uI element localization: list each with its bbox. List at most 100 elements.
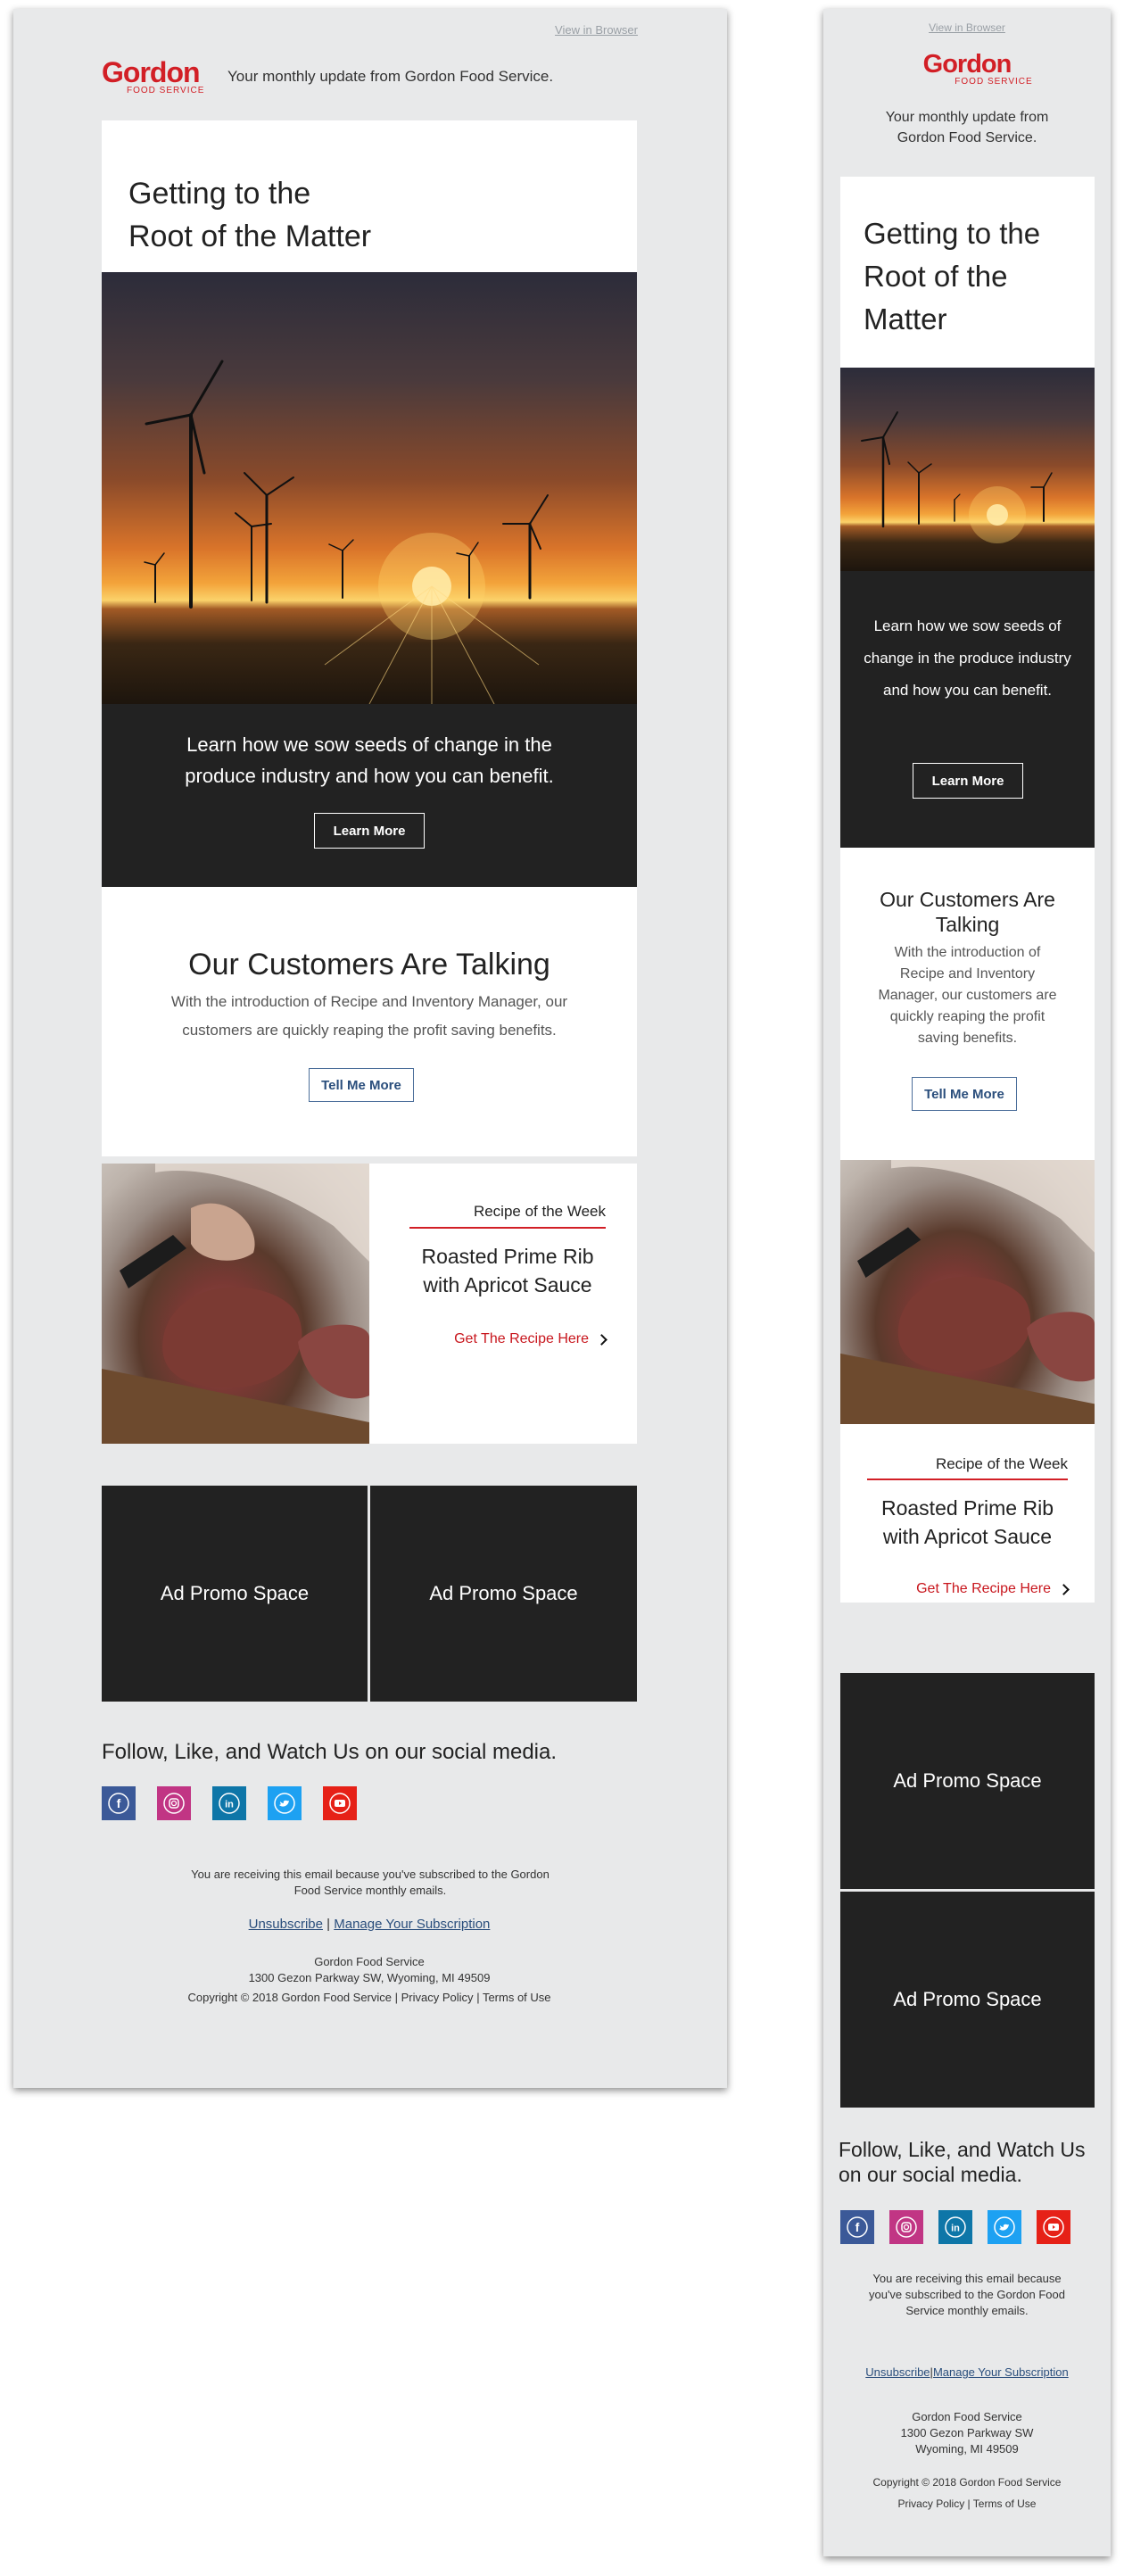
youtube-icon[interactable] <box>323 1786 357 1820</box>
subscription-notice-mobile: You are receiving this email because you… <box>868 2272 1065 2317</box>
recipe-title-mobile-line-1: Roasted Prime Rib <box>880 1496 1054 1520</box>
copyright-block-mobile: Copyright © 2018 Gordon Food Service Pri… <box>823 2472 1111 2514</box>
social-icons-row-mobile: f in <box>840 2210 1070 2244</box>
customers-section: Our Customers Are Talking With the intro… <box>102 887 637 1156</box>
desktop-email-preview: View in Browser Gordon FOOD SERVICE Your… <box>13 9 727 2088</box>
company-name-mobile: Gordon Food Service <box>912 2410 1022 2423</box>
linkedin-icon[interactable]: in <box>212 1786 246 1820</box>
social-heading-mobile: Follow, Like, and Watch Us on our social… <box>839 2138 1086 2186</box>
view-in-browser-link[interactable]: View in Browser <box>555 23 638 37</box>
recipe-title-mobile-line-2: with Apricot Sauce <box>882 1525 1053 1548</box>
prime-rib-image-mobile <box>840 1160 1095 1424</box>
ad-promo-space-bottom-mobile[interactable]: Ad Promo Space <box>840 1892 1095 2108</box>
recipe-divider <box>409 1227 606 1229</box>
company-name: Gordon Food Service <box>314 1955 425 1968</box>
unsubscribe-link[interactable]: Unsubscribe <box>249 1917 323 1932</box>
ad-promo-space-right[interactable]: Ad Promo Space <box>370 1486 637 1702</box>
view-in-browser-link-mobile[interactable]: View in Browser <box>823 21 1111 34</box>
prime-rib-illustration-mobile <box>840 1160 1095 1424</box>
wind-turbine-illustration <box>144 360 549 704</box>
hero-image-wind-turbines-mobile <box>840 368 1095 571</box>
learn-more-button-mobile[interactable]: Learn More <box>913 763 1023 799</box>
copyright-row: Copyright © 2018 Gordon Food Service | P… <box>187 1991 551 2004</box>
instagram-icon-mobile[interactable] <box>889 2210 923 2244</box>
linkedin-icon-mobile[interactable]: in <box>938 2210 972 2244</box>
address-street-mobile: 1300 Gezon Parkway SW <box>900 2426 1034 2439</box>
get-recipe-link-label-mobile: Get The Recipe Here <box>916 1581 1051 1596</box>
svg-text:f: f <box>117 1796 121 1810</box>
privacy-policy-link[interactable]: Privacy Policy <box>401 1991 474 2004</box>
learn-more-button[interactable]: Learn More <box>314 813 425 849</box>
mobile-email-preview: View in Browser Gordon FOOD SERVICE Your… <box>823 9 1111 2556</box>
company-address: Gordon Food Service 1300 Gezon Parkway S… <box>102 1954 637 1986</box>
facebook-icon[interactable]: f <box>102 1786 136 1820</box>
hero-dark-panel: Learn how we sow seeds of change in the … <box>102 704 637 887</box>
twitter-icon-mobile[interactable] <box>988 2210 1021 2244</box>
prime-rib-illustration <box>102 1164 369 1444</box>
subscription-notice: You are receiving this email because you… <box>191 1868 550 1897</box>
manage-subscription-link-mobile[interactable]: Manage Your Subscription <box>933 2365 1069 2379</box>
tell-me-more-button-mobile[interactable]: Tell Me More <box>912 1077 1017 1111</box>
header-tagline-mobile: Your monthly update from Gordon Food Ser… <box>885 110 1049 145</box>
company-address-mobile: Gordon Food Service 1300 Gezon Parkway S… <box>823 2409 1111 2457</box>
recipe-title-line-2: with Apricot Sauce <box>423 1273 592 1296</box>
customers-title-mobile: Our Customers Are Talking <box>880 888 1055 936</box>
manage-subscription-link[interactable]: Manage Your Subscription <box>334 1917 490 1932</box>
privacy-policy-link-mobile[interactable]: Privacy Policy <box>898 2497 965 2510</box>
subscription-links-mobile: Unsubscribe|Manage Your Subscription <box>823 2365 1111 2381</box>
recipe-section-mobile: Recipe of the Week Roasted Prime Rib wit… <box>840 1424 1095 1603</box>
hero-title: Getting to the Root of the Matter <box>128 172 371 258</box>
link-separator: | <box>326 1917 331 1932</box>
prime-rib-image <box>102 1164 369 1444</box>
wind-turbine-illustration-mobile <box>861 411 1053 543</box>
svg-text:f: f <box>855 2220 860 2234</box>
hero-dark-panel-mobile: Learn how we sow seeds of change in the … <box>840 571 1095 848</box>
hero-title-card-mobile: Getting to the Root of the Matter <box>840 177 1095 377</box>
address-line: 1300 Gezon Parkway SW, Wyoming, MI 49509 <box>248 1971 491 1984</box>
customers-title: Our Customers Are Talking <box>188 948 550 982</box>
ad-promo-space-left[interactable]: Ad Promo Space <box>102 1486 368 1702</box>
social-heading: Follow, Like, and Watch Us on our social… <box>102 1740 558 1764</box>
address-city-mobile: Wyoming, MI 49509 <box>915 2442 1019 2456</box>
hero-title-line-1: Getting to the <box>128 177 311 211</box>
hero-title-line-2: Root of the Matter <box>128 219 372 253</box>
twitter-icon[interactable] <box>268 1786 302 1820</box>
copyright-text-mobile: Copyright © 2018 Gordon Food Service <box>872 2476 1062 2489</box>
legal-links-mobile: Privacy Policy | Terms of Use <box>897 2497 1037 2510</box>
customers-section-mobile: Our Customers Are Talking With the intro… <box>840 848 1095 1165</box>
chevron-right-icon <box>596 1333 607 1346</box>
subscription-links: Unsubscribe | Manage Your Subscription <box>102 1917 637 1933</box>
chevron-right-icon-mobile <box>1058 1583 1070 1595</box>
recipe-section: Recipe of the Week Roasted Prime Rib wit… <box>102 1164 637 1444</box>
hero-body-text: Learn how we sow seeds of change in the … <box>185 733 554 787</box>
ad-promo-space-top-mobile[interactable]: Ad Promo Space <box>840 1673 1095 1889</box>
recipe-kicker: Recipe of the Week <box>473 1203 606 1220</box>
hero-image-wind-turbines <box>102 272 637 704</box>
terms-of-use-link[interactable]: Terms of Use <box>483 1991 551 2004</box>
copyright-text: Copyright © 2018 Gordon Food Service <box>187 1991 393 2004</box>
facebook-icon-mobile[interactable]: f <box>840 2210 874 2244</box>
get-recipe-link[interactable]: Get The Recipe Here <box>409 1331 607 1347</box>
gordon-logo-mobile[interactable]: Gordon FOOD SERVICE <box>823 52 1111 87</box>
recipe-kicker-mobile: Recipe of the Week <box>935 1455 1068 1472</box>
hero-title-mobile-line-1: Getting to the <box>864 217 1041 250</box>
hero-title-mobile-line-2: Root of the <box>864 260 1008 293</box>
logo-subtext: FOOD SERVICE <box>127 86 205 95</box>
gordon-logo[interactable]: Gordon FOOD SERVICE <box>102 56 218 95</box>
logo-wordmark: Gordon <box>102 56 201 88</box>
hero-title-mobile-line-3: Matter <box>864 302 947 335</box>
recipe-divider-mobile <box>867 1479 1068 1480</box>
logo-subtext-mobile: FOOD SERVICE <box>955 77 1033 87</box>
hero-title-mobile: Getting to the Root of the Matter <box>864 212 1040 341</box>
get-recipe-link-mobile[interactable]: Get The Recipe Here <box>867 1581 1070 1597</box>
logo-wordmark-mobile: Gordon <box>922 50 1012 79</box>
tell-me-more-button[interactable]: Tell Me More <box>309 1068 414 1102</box>
customers-body-text-mobile: With the introduction of Recipe and Inve… <box>878 945 1057 1046</box>
unsubscribe-link-mobile[interactable]: Unsubscribe <box>865 2365 930 2379</box>
youtube-icon-mobile[interactable] <box>1037 2210 1070 2244</box>
terms-of-use-link-mobile[interactable]: Terms of Use <box>973 2497 1037 2510</box>
hero-body-text-mobile: Learn how we sow seeds of change in the … <box>864 617 1071 699</box>
instagram-icon[interactable] <box>157 1786 191 1820</box>
customers-body-text: With the introduction of Recipe and Inve… <box>170 993 568 1039</box>
recipe-title-mobile: Roasted Prime Rib with Apricot Sauce <box>858 1494 1077 1551</box>
